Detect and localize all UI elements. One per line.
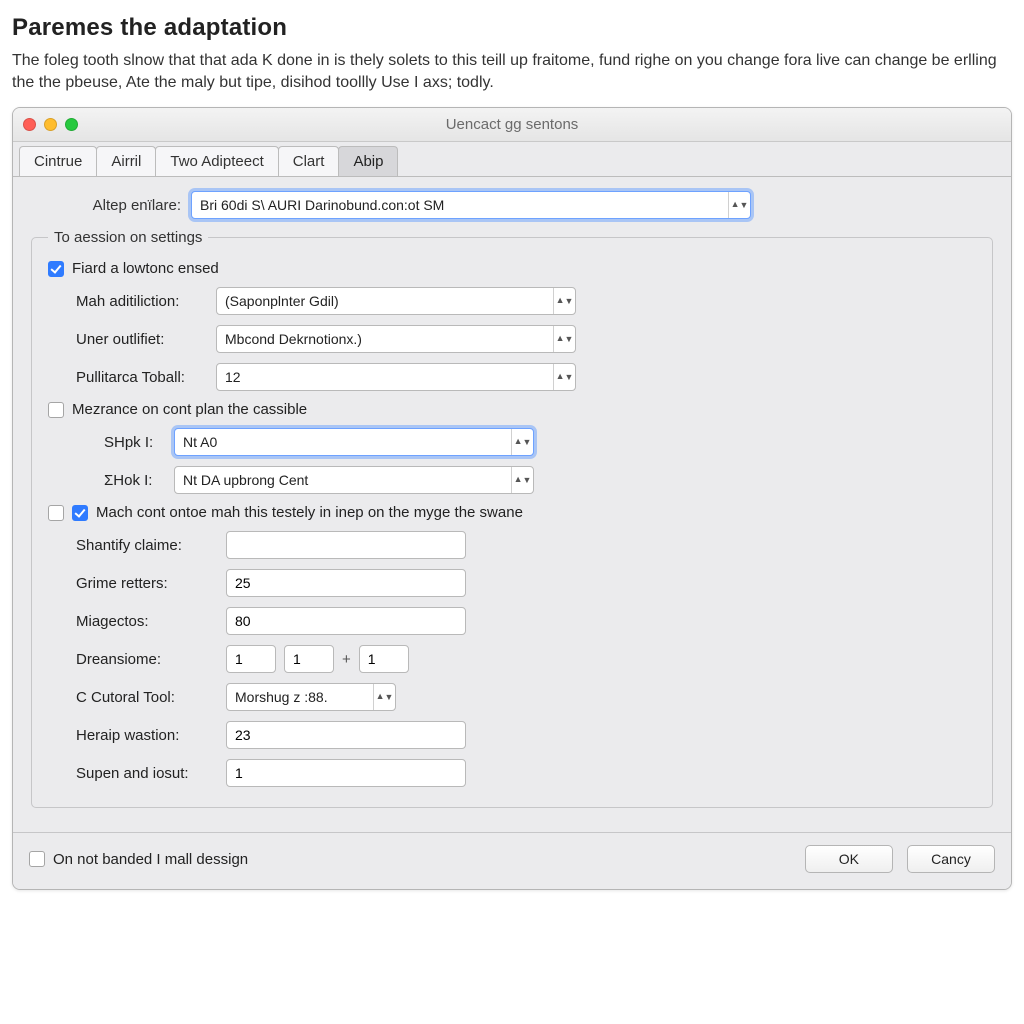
ctool-value: Morshug z :88. (235, 689, 328, 705)
tab-airril[interactable]: Airril (96, 146, 156, 176)
chevron-updown-icon[interactable] (511, 429, 533, 455)
miag-input[interactable] (226, 607, 466, 635)
miag-label: Miagectos: (76, 613, 226, 630)
shok-combo[interactable]: Nt DA upbrong Cent (174, 466, 534, 494)
grime-field[interactable] (235, 575, 457, 591)
altep-label: Altep enïlare: (31, 197, 191, 214)
pull-combo[interactable]: 12 (216, 363, 576, 391)
grime-label: Grime retters: (76, 575, 226, 592)
shpk-label: SHpk I: (104, 434, 174, 451)
altep-value: Bri 60di S\ AURI Darinobund.con:ot SM (200, 197, 444, 213)
ctool-label: C Cutoral Tool: (76, 689, 226, 706)
supen-field[interactable] (235, 765, 457, 781)
shantify-input[interactable] (226, 531, 466, 559)
page-heading: Paremes the adaptation (12, 14, 1012, 42)
pull-label: Pullitarca Toball: (76, 369, 216, 386)
heraip-input[interactable] (226, 721, 466, 749)
shpk-combo[interactable]: Nt A0 (174, 428, 534, 456)
chevron-updown-icon[interactable] (553, 364, 575, 390)
titlebar: Uencact gg sentons (13, 108, 1011, 142)
drean-b-field[interactable] (293, 651, 325, 667)
drean-a-field[interactable] (235, 651, 267, 667)
group-title: To aession on settings (48, 229, 208, 246)
shantify-field[interactable] (235, 537, 457, 553)
mah-label: Mah aditiliction: (76, 293, 216, 310)
supen-input[interactable] (226, 759, 466, 787)
fiard-checkbox[interactable] (48, 261, 64, 277)
miag-field[interactable] (235, 613, 457, 629)
drean-a-input[interactable] (226, 645, 276, 673)
mach-label: Mach cont ontoe mah this testely in inep… (96, 504, 523, 521)
mah-value: (Saponplnter Gdil) (225, 293, 339, 309)
mezrance-label: Mezrance on cont plan the cassible (72, 401, 307, 418)
chevron-updown-icon[interactable] (511, 467, 533, 493)
chevron-updown-icon[interactable] (373, 684, 395, 710)
window-title: Uencact gg sentons (13, 116, 1011, 133)
uner-label: Uner outlifiet: (76, 331, 216, 348)
supen-label: Supen and iosut: (76, 765, 226, 782)
shok-label: ƩHok I: (104, 472, 174, 489)
mezrance-checkbox[interactable] (48, 402, 64, 418)
pull-value: 12 (225, 369, 241, 385)
altep-combo[interactable]: Bri 60di S\ AURI Darinobund.con:ot SM (191, 191, 751, 219)
uner-combo[interactable]: Mbcond Dekrnotionx.) (216, 325, 576, 353)
shok-value: Nt DA upbrong Cent (183, 472, 308, 488)
cancel-button[interactable]: Cancy (907, 845, 995, 873)
mah-combo[interactable]: (Saponplnter Gdil) (216, 287, 576, 315)
drean-c-field[interactable] (368, 651, 400, 667)
shantify-label: Shantify claime: (76, 537, 226, 554)
page-intro: The foleg tooth slnow that that ada K do… (12, 50, 1002, 93)
drean-sep: + (334, 651, 359, 668)
tab-pane: Altep enïlare: Bri 60di S\ AURI Darinobu… (13, 176, 1011, 832)
mach-outer-checkbox[interactable] (48, 505, 64, 521)
tab-abip[interactable]: Abip (338, 146, 398, 176)
grime-input[interactable] (226, 569, 466, 597)
chevron-updown-icon[interactable] (728, 192, 750, 218)
mach-checkbox[interactable] (72, 505, 88, 521)
ctool-combo[interactable]: Morshug z :88. (226, 683, 396, 711)
tabstrip: Cintrue Airril Two Adipteect Clart Abip (13, 142, 1011, 176)
ok-button[interactable]: OK (805, 845, 893, 873)
drean-c-input[interactable] (359, 645, 409, 673)
dialog-footer: On not banded I mall dessign OK Cancy (13, 832, 1011, 889)
uner-value: Mbcond Dekrnotionx.) (225, 331, 362, 347)
heraip-field[interactable] (235, 727, 457, 743)
footer-checkbox[interactable] (29, 851, 45, 867)
drean-b-input[interactable] (284, 645, 334, 673)
chevron-updown-icon[interactable] (553, 326, 575, 352)
tab-cintrue[interactable]: Cintrue (19, 146, 97, 176)
tab-clart[interactable]: Clart (278, 146, 340, 176)
chevron-updown-icon[interactable] (553, 288, 575, 314)
fiard-label: Fiard a lowtonc ensed (72, 260, 219, 277)
heraip-label: Heraip wastion: (76, 727, 226, 744)
drean-label: Dreansiome: (76, 651, 226, 668)
settings-group: To aession on settings Fiard a lowtonc e… (31, 229, 993, 808)
dialog-window: Uencact gg sentons Cintrue Airril Two Ad… (12, 107, 1012, 890)
footer-cb-label: On not banded I mall dessign (53, 851, 248, 868)
tab-two-adipteect[interactable]: Two Adipteect (155, 146, 278, 176)
shpk-value: Nt A0 (183, 434, 217, 450)
